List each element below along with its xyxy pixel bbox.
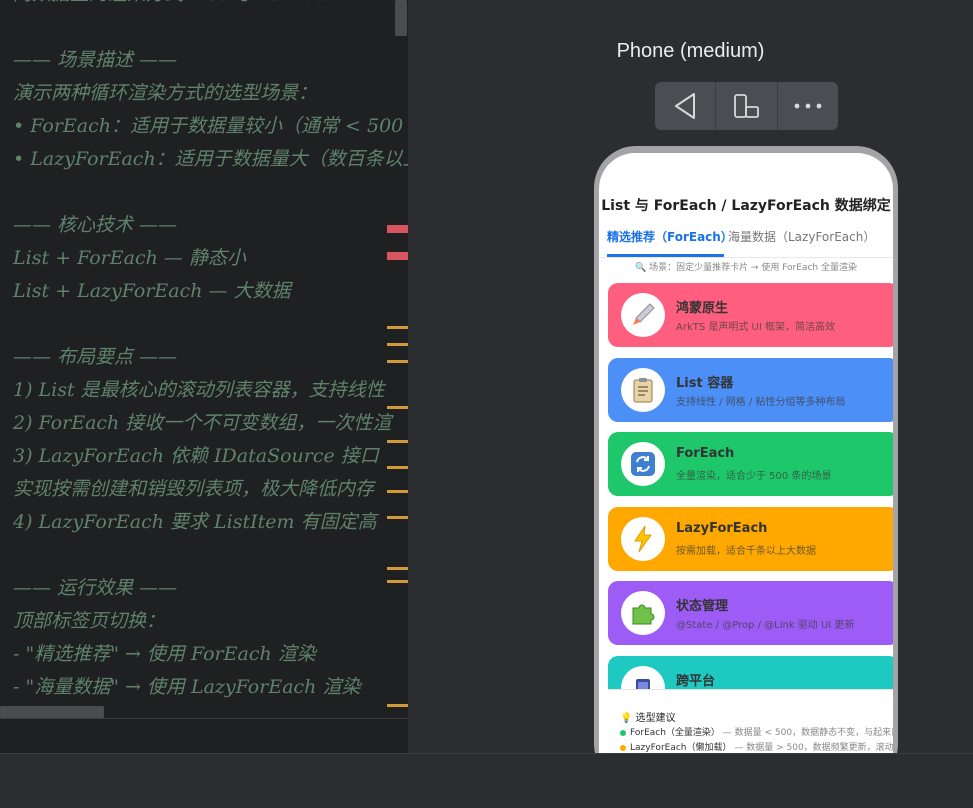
lightning-icon: [621, 516, 665, 561]
tip-label: ForEach（全量渲染）: [630, 728, 720, 738]
more-dots-icon: [794, 103, 822, 109]
card-subtitle: 全量渲染，适合少于 500 条的场景: [676, 471, 832, 482]
code-line: —— 场景描述 ——: [13, 49, 178, 71]
code-line: - "精选推荐" → 使用 ForEach 渲染: [13, 643, 316, 665]
code-line: 顶部标签页切换：: [13, 610, 166, 632]
more-options-button[interactable]: [778, 82, 838, 130]
gutter-marker-deleted: [387, 252, 408, 260]
refresh-icon: [621, 442, 665, 486]
list-item[interactable]: 鸿蒙原生 ArkTS 是声明式 UI 框架，简洁高效: [608, 283, 893, 347]
vertical-scrollbar[interactable]: [395, 0, 407, 36]
card-subtitle: ArkTS 是声明式 UI 框架，简洁高效: [676, 322, 836, 333]
tab-bar: 精选推荐（ForEach） 海量数据（LazyForEach）: [599, 229, 893, 258]
app-title: List 与 ForEach / LazyForEach 数据绑定: [601, 198, 891, 214]
tip-row-foreach: ForEach（全量渲染） — 数据量 < 500，数据静态不变，与起来简: [620, 725, 893, 738]
tab-massive-lazyforeach[interactable]: 海量数据（LazyForEach）: [728, 229, 875, 245]
card-title: ForEach: [676, 446, 735, 461]
rotate-device-icon: [734, 94, 760, 118]
device-name: Phone (medium): [616, 40, 765, 62]
phone-screen: List 与 ForEach / LazyForEach 数据绑定 精选推荐（F…: [599, 153, 893, 753]
card-subtitle: 按需加载，适合千条以上大数据: [676, 545, 816, 557]
status-dot: [620, 729, 626, 736]
code-line: 实现按需创建和销毁列表项，极大降低内存: [13, 478, 375, 500]
tip-desc: — 数据量 < 500，数据静态不变，与起来简: [722, 728, 893, 738]
editor-footer: [0, 718, 408, 753]
card-title: LazyForEach: [676, 520, 768, 536]
code-line: 1) List 是最核心的滚动列表容器，支持线性: [13, 379, 385, 401]
code-line: 4) LazyForEach 要求 ListItem 有固定高: [13, 511, 377, 533]
clipboard-icon: [621, 367, 665, 412]
gutter-marker-modified: [387, 360, 408, 363]
card-title: List 容器: [676, 375, 734, 391]
back-button[interactable]: [655, 82, 717, 130]
selection-tips: 💡 选型建议 ForEach（全量渲染） — 数据量 < 500，数据静态不变，…: [608, 689, 893, 753]
code-line: —— 核心技术 ——: [13, 214, 178, 236]
status-bar: [0, 753, 973, 808]
list-item[interactable]: List 容器支持线性 / 网格 / 粘性分组等多种布局: [608, 357, 893, 422]
list-item[interactable]: ForEach 全量渲染，适合少于 500 条的场景: [608, 432, 893, 496]
status-dot: [620, 744, 626, 751]
list-item[interactable]: 状态管理 @State / @Prop / @Link 驱动 UI 更新: [608, 581, 893, 645]
card-subtitle: 支持线性 / 网格 / 粘性分组等多种布局: [676, 396, 846, 408]
previewer-toolbar: [655, 82, 838, 130]
code-line: 两数据量的渲染方式 List 与 ForEach: [13, 0, 338, 11]
code-line: —— 运行效果 ——: [13, 577, 178, 599]
scenario-hint: 🔍 场景：固定少量推荐卡片 → 使用 ForEach 全量渲染: [635, 263, 857, 273]
code-editor[interactable]: 两数据量的渲染方式 List 与 ForEach —— 场景描述 —— 演示两种循环…: [0, 0, 408, 753]
puzzle-icon: [621, 591, 665, 635]
card-title: 鸿蒙原生: [676, 301, 729, 316]
code-line: List + LazyForEach — 大数据: [13, 280, 291, 302]
gutter-marker-modified: [387, 567, 408, 570]
tip-desc: — 数据量 > 500，数据频繁更新，滚动性: [734, 743, 893, 753]
rotate-device-button[interactable]: [716, 82, 778, 130]
horizontal-scrollbar[interactable]: [0, 706, 104, 718]
rocket-icon: [621, 293, 665, 337]
gutter-marker-modified: [387, 516, 408, 519]
gutter-marker-modified: [387, 490, 408, 493]
code-line: • ForEach：适用于数据量较小（通常 < 500: [13, 115, 404, 137]
active-tab-indicator: [607, 254, 724, 257]
code-line: List + ForEach — 静态小: [13, 247, 246, 269]
code-line: 3) LazyForEach 依赖 IDataSource 接口: [13, 445, 379, 467]
card-title: 状态管理: [676, 599, 729, 614]
tip-label: LazyForEach（懒加载）: [630, 743, 732, 753]
back-triangle-icon: [675, 93, 696, 119]
list-item[interactable]: LazyForEach 按需加载，适合千条以上大数据: [608, 506, 893, 571]
tips-title: 💡 选型建议: [620, 713, 676, 724]
code-line: • LazyForEach：适用于数据量大（数百条以上: [13, 148, 408, 170]
code-line: 演示两种循环渲染方式的选型场景：: [13, 82, 318, 104]
gutter-marker-modified: [387, 326, 408, 329]
gutter-marker-modified: [387, 406, 408, 409]
tab-featured-foreach[interactable]: 精选推荐（ForEach）: [607, 229, 733, 245]
code-line: - "海量数据" → 使用 LazyForEach 渲染: [13, 676, 361, 698]
gutter-marker-deleted: [387, 225, 408, 233]
gutter-marker-modified: [387, 580, 408, 583]
code-line: —— 布局要点 ——: [13, 346, 178, 368]
code-line: 2) ForEach 接收一个不可变数组，一次性渲: [13, 412, 392, 434]
gutter-marker-modified: [387, 440, 408, 443]
card-title: 跨平台: [676, 673, 716, 689]
card-subtitle: @State / @Prop / @Link 驱动 UI 更新: [676, 620, 855, 631]
tip-row-lazyforeach: LazyForEach（懒加载） — 数据量 > 500，数据频繁更新，滚动性: [620, 740, 893, 753]
gutter-marker-modified: [387, 704, 408, 707]
previewer-panel: Phone (medium) List 与 ForEach / LazyForE…: [408, 0, 973, 753]
gutter-marker-modified: [387, 343, 408, 346]
gutter-marker-modified: [387, 466, 408, 469]
